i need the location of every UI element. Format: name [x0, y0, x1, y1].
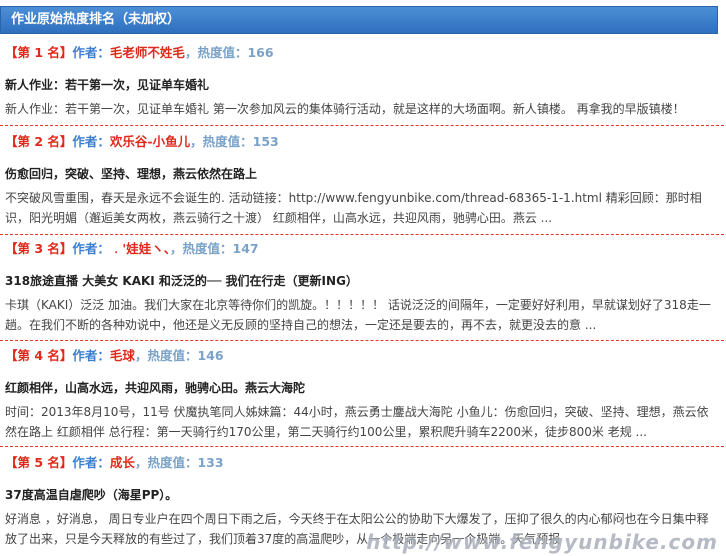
separator: ， — [184, 45, 198, 60]
heat-prefix: 热度值： — [147, 348, 198, 363]
rank-label: 【第 3 名】 — [5, 241, 73, 256]
author-link[interactable]: 毛老师不姓毛 — [110, 45, 185, 60]
heat-prefix: 热度值： — [182, 241, 233, 256]
separator: ， — [190, 134, 203, 149]
heat-value: 133 — [197, 455, 224, 470]
ranking-page: 作业原始热度排名（未加权） 【第 1 名】作者：毛老师不姓毛，热度值：166 新… — [0, 0, 726, 556]
entry-divider — [0, 340, 724, 341]
thread-title-link[interactable]: 318旅途直播 大美女 KAKI 和泛泛的── 我们在行走（更新ING） — [5, 272, 721, 290]
author-link[interactable]: 成长 — [110, 455, 135, 470]
site-watermark: http://www.fengyunbike.com — [366, 530, 718, 554]
heat-prefix: 热度值： — [197, 45, 248, 60]
rank-label: 【第 2 名】 — [5, 134, 73, 149]
thread-title-link[interactable]: 伤愈回归，突破、坚持、理想，燕云依然在路上 — [5, 165, 721, 183]
thread-title-link[interactable]: 新人作业：若干第一次，见证单车婚礼 — [5, 76, 721, 94]
heat-value: 153 — [252, 134, 279, 149]
entry-divider — [0, 125, 724, 126]
thread-title-link[interactable]: 37度高温自虐爬吵（海星PP）。 — [5, 486, 721, 504]
entry-divider — [0, 446, 724, 447]
author-prefix: 作者： — [72, 134, 110, 149]
thread-excerpt: 不突破风雪重围，春天是永远不会诞生的. 活动链接：http://www.feng… — [5, 191, 702, 225]
rank-line: 【第 3 名】作者：﹒'娃娃ヽ、，热度值：147 — [5, 240, 721, 258]
ranking-entry-3: 【第 3 名】作者：﹒'娃娃ヽ、，热度值：147 318旅途直播 大美女 KAK… — [5, 240, 721, 335]
heat-prefix: 热度值： — [202, 134, 253, 149]
heat-value: 147 — [232, 241, 259, 256]
thread-excerpt: 新人作业：若干第一次，见证单车婚礼 第一次参加风云的集体骑行活动，就是这样的大场… — [5, 102, 685, 116]
heat-prefix: 热度值： — [147, 455, 198, 470]
separator: ， — [134, 455, 148, 470]
thread-excerpt: 时间：2013年8月10号，11号 伏魔执笔同人姊妹篇：44小时，燕云勇士鏖战大… — [5, 405, 709, 439]
rank-line: 【第 5 名】作者：成长，热度值：133 — [5, 454, 721, 472]
ranking-entry-1: 【第 1 名】作者：毛老师不姓毛，热度值：166 新人作业：若干第一次，见证单车… — [5, 44, 721, 119]
thread-excerpt: 卡琪（KAKI）泛泛 加油。我们大家在北京等待你们的凯旋。！！！！！ 话说泛泛的… — [5, 298, 711, 332]
author-prefix: 作者： — [72, 455, 110, 470]
thread-title-link[interactable]: 红颜相伴，山高水远，共迎风雨，驰骋心田。燕云大海陀 — [5, 379, 721, 397]
rank-label: 【第 5 名】 — [5, 455, 73, 470]
rank-label: 【第 4 名】 — [5, 348, 73, 363]
entry-divider — [0, 234, 724, 235]
separator: ， — [170, 241, 183, 256]
rank-label: 【第 1 名】 — [5, 45, 73, 60]
author-prefix: 作者： — [72, 45, 110, 60]
author-link[interactable]: ﹒'娃娃ヽ、 — [110, 241, 170, 256]
header-bar: 作业原始热度排名（未加权） — [0, 6, 718, 34]
separator: ， — [134, 348, 148, 363]
page-title: 作业原始热度排名（未加权） — [11, 12, 181, 27]
heat-value: 166 — [247, 45, 274, 60]
rank-line: 【第 4 名】作者：毛球，热度值：146 — [5, 347, 721, 365]
author-link[interactable]: 欢乐谷-小鱼儿 — [110, 134, 190, 149]
ranking-entry-2: 【第 2 名】作者：欢乐谷-小鱼儿，热度值：153 伤愈回归，突破、坚持、理想，… — [5, 133, 721, 228]
rank-line: 【第 1 名】作者：毛老师不姓毛，热度值：166 — [5, 44, 721, 62]
author-prefix: 作者： — [72, 348, 110, 363]
ranking-entry-4: 【第 4 名】作者：毛球，热度值：146 红颜相伴，山高水远，共迎风雨，驰骋心田… — [5, 347, 721, 442]
author-link[interactable]: 毛球 — [110, 348, 135, 363]
heat-value: 146 — [197, 348, 224, 363]
author-prefix: 作者： — [72, 241, 110, 256]
rank-line: 【第 2 名】作者：欢乐谷-小鱼儿，热度值：153 — [5, 133, 721, 151]
